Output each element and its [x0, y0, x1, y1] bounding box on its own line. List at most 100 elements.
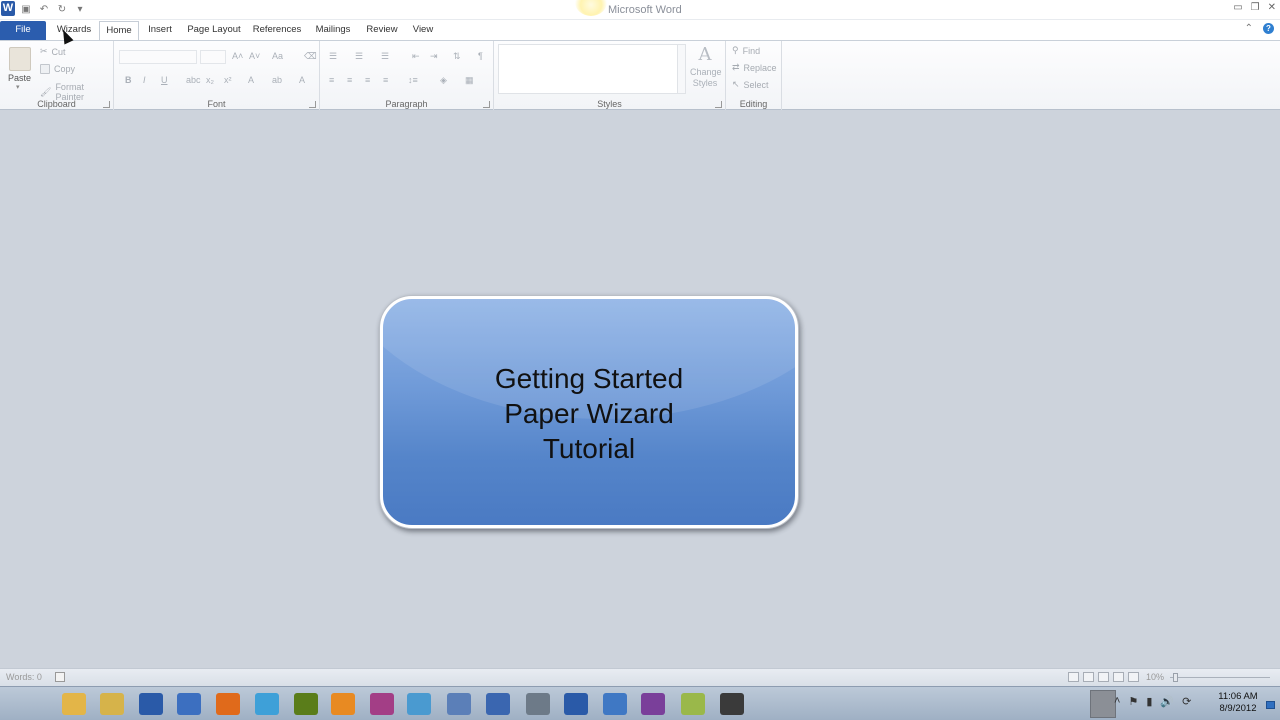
highlight-icon[interactable]: ab: [272, 75, 282, 85]
tab-home[interactable]: Home: [99, 21, 139, 40]
text-effects-icon[interactable]: A: [248, 75, 254, 85]
strikethrough-icon[interactable]: abc: [186, 75, 201, 85]
firefox-icon[interactable]: [216, 693, 240, 715]
paste-button-label[interactable]: Paste: [8, 73, 31, 83]
save-icon[interactable]: ▣: [20, 4, 32, 15]
cut-button[interactable]: ✂ Cut: [40, 46, 66, 57]
styles-gallery-scroll[interactable]: [678, 44, 686, 94]
find-button[interactable]: ⚲ Find: [732, 45, 760, 56]
bold-icon[interactable]: B: [125, 75, 132, 85]
font-size-combo[interactable]: [200, 50, 226, 64]
align-left-icon[interactable]: ≡: [329, 75, 334, 85]
tab-mailings[interactable]: Mailings: [310, 21, 356, 40]
minimize-icon[interactable]: ▭: [1233, 2, 1242, 13]
word-doc-icon[interactable]: [177, 693, 201, 715]
line-spacing-icon[interactable]: ↕≡: [408, 75, 418, 85]
paste-icon[interactable]: [9, 47, 31, 71]
full-screen-reading-icon[interactable]: [1083, 672, 1094, 682]
subscript-icon[interactable]: x₂: [206, 75, 214, 85]
word-icon[interactable]: [139, 693, 163, 715]
document-icon[interactable]: [447, 693, 471, 715]
copy-button[interactable]: Copy: [40, 64, 75, 74]
clear-formatting-icon[interactable]: ⌫: [304, 51, 317, 62]
minimize-ribbon-icon[interactable]: ⌃: [1245, 23, 1253, 34]
font-name-combo[interactable]: [119, 50, 197, 64]
tab-page-layout[interactable]: Page Layout: [183, 21, 245, 40]
bullets-icon[interactable]: ☰: [329, 51, 337, 62]
flag-icon[interactable]: ⚑: [1128, 695, 1138, 708]
word-app-icon[interactable]: W: [1, 1, 15, 16]
sync-icon[interactable]: ⟳: [1182, 695, 1191, 708]
tray-expand-icon[interactable]: ˄: [1114, 695, 1120, 708]
tab-review[interactable]: Review: [362, 21, 402, 40]
word-2-icon[interactable]: [486, 693, 510, 715]
superscript-icon[interactable]: x²: [224, 75, 232, 85]
styles-launcher-icon[interactable]: [715, 101, 722, 108]
underline-icon[interactable]: U: [161, 75, 168, 85]
printer-icon[interactable]: [720, 693, 744, 715]
change-styles-button[interactable]: A Change Styles: [690, 43, 722, 89]
paste-dropdown-icon[interactable]: ▾: [16, 83, 20, 91]
word-count[interactable]: Words: 0: [6, 672, 42, 682]
justify-icon[interactable]: ≡: [383, 75, 388, 85]
media-player-icon[interactable]: [331, 693, 355, 715]
select-button[interactable]: ↖ Select: [732, 79, 769, 90]
window-title: Microsoft Word: [608, 4, 682, 16]
clipboard-launcher-icon[interactable]: [103, 101, 110, 108]
borders-icon[interactable]: ▦: [465, 75, 474, 86]
notes-icon[interactable]: [681, 693, 705, 715]
redo-icon[interactable]: ↻: [56, 4, 68, 15]
dreamweaver-icon[interactable]: [294, 693, 318, 715]
help-icon[interactable]: ?: [1263, 23, 1274, 34]
tab-view[interactable]: View: [408, 21, 438, 40]
outline-icon[interactable]: [1113, 672, 1124, 682]
shrink-font-icon[interactable]: A˅: [249, 51, 260, 61]
font-launcher-icon[interactable]: [309, 101, 316, 108]
undo-icon[interactable]: ↶: [38, 4, 50, 15]
change-case-icon[interactable]: Aa: [272, 51, 283, 61]
paragraph-launcher-icon[interactable]: [483, 101, 490, 108]
zoom-level[interactable]: 10%: [1146, 672, 1164, 682]
increase-indent-icon[interactable]: ⇥: [430, 51, 438, 62]
network-icon[interactable]: ▮: [1146, 695, 1152, 708]
show-formatting-icon[interactable]: ¶: [478, 51, 483, 61]
callout-line-1: Getting Started: [494, 363, 684, 394]
restore-icon[interactable]: ❐: [1251, 2, 1260, 13]
sort-icon[interactable]: ⇅: [453, 51, 461, 62]
onenote-icon[interactable]: [370, 693, 394, 715]
files-icon[interactable]: [100, 693, 124, 715]
system-clock[interactable]: 11:06 AM 8/9/2012: [1213, 691, 1263, 715]
print-layout-icon[interactable]: [1068, 672, 1079, 682]
disk-icon[interactable]: [526, 693, 550, 715]
draft-icon[interactable]: [1128, 672, 1139, 682]
zoom-slider-thumb[interactable]: [1173, 673, 1178, 682]
font-color-icon[interactable]: A: [299, 75, 305, 85]
explorer-folder-icon[interactable]: [62, 693, 86, 715]
quick-styles-gallery[interactable]: [498, 44, 678, 94]
ie-icon[interactable]: [255, 693, 279, 715]
word-active-icon[interactable]: [564, 693, 588, 715]
multilevel-list-icon[interactable]: ☰: [381, 51, 389, 62]
tab-insert[interactable]: Insert: [143, 21, 177, 40]
macro-record-icon[interactable]: [55, 672, 65, 682]
show-desktop-icon[interactable]: [1266, 701, 1275, 709]
feather-icon[interactable]: [603, 693, 627, 715]
zoom-slider-track[interactable]: [1170, 677, 1270, 678]
numbering-icon[interactable]: ☰: [355, 51, 363, 62]
replace-button[interactable]: ⇄ Replace: [732, 62, 777, 73]
taskbar-preview-thumb[interactable]: [1090, 690, 1116, 718]
hat-icon[interactable]: [641, 693, 665, 715]
shading-icon[interactable]: ◈: [440, 75, 447, 86]
align-right-icon[interactable]: ≡: [365, 75, 370, 85]
tab-references[interactable]: References: [250, 21, 304, 40]
italic-icon[interactable]: I: [143, 75, 146, 85]
tab-file[interactable]: File: [0, 21, 46, 40]
decrease-indent-icon[interactable]: ⇤: [412, 51, 420, 62]
web-layout-icon[interactable]: [1098, 672, 1109, 682]
align-center-icon[interactable]: ≡: [347, 75, 352, 85]
app-icon[interactable]: [407, 693, 431, 715]
grow-font-icon[interactable]: A˄: [232, 51, 243, 61]
volume-icon[interactable]: 🔊: [1160, 695, 1174, 708]
customize-qat-icon[interactable]: ▾: [74, 4, 86, 15]
close-icon[interactable]: ✕: [1268, 2, 1276, 13]
